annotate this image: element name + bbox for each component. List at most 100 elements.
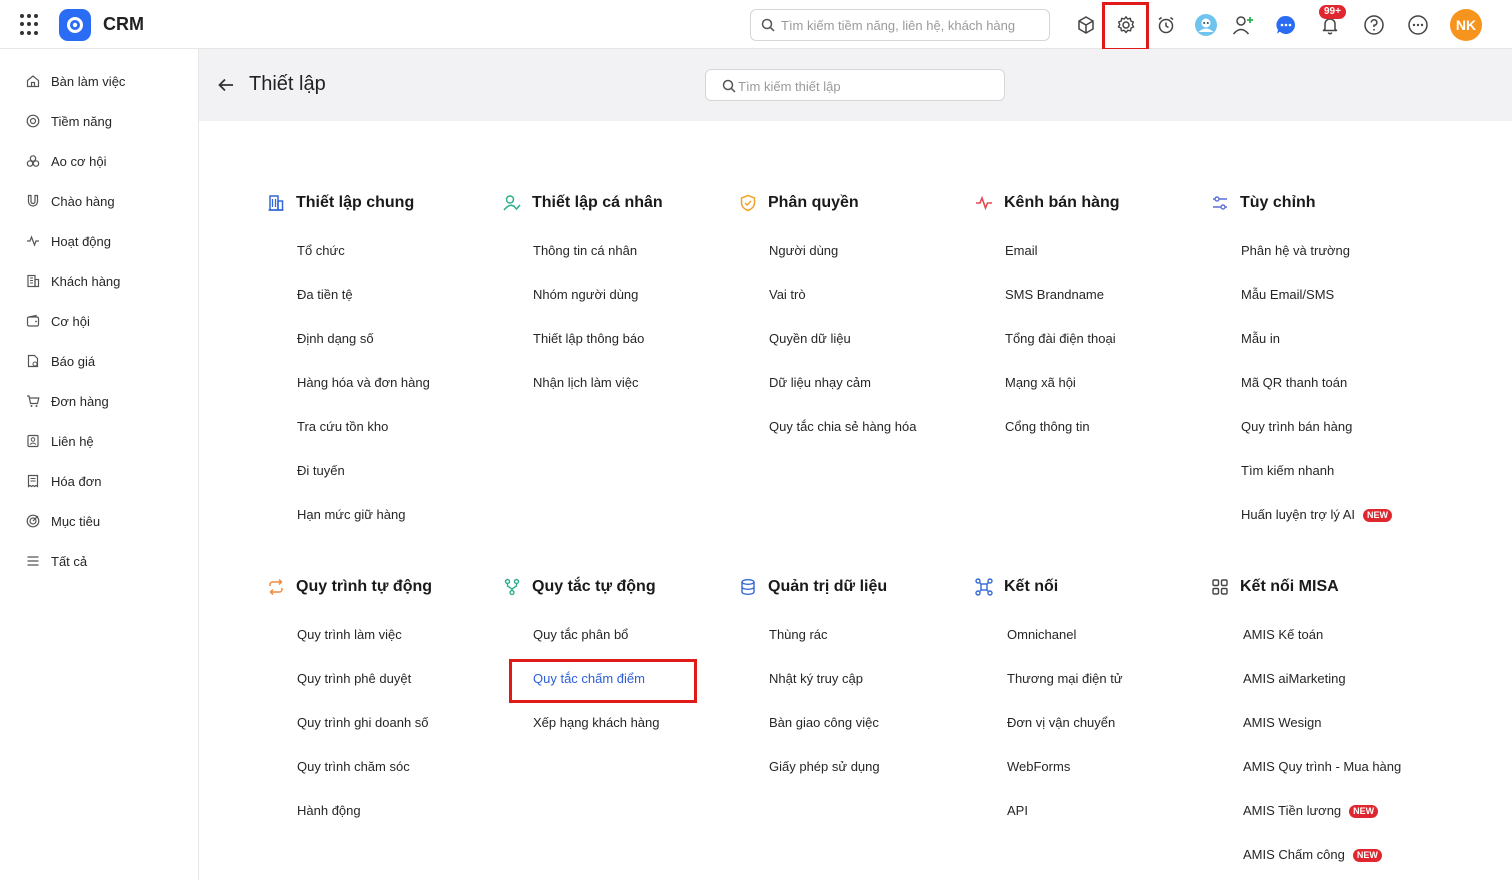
link-quy-tac-chia-se-hang-hoa[interactable]: Quy tắc chia sẻ hàng hóa (769, 419, 916, 435)
back-arrow-icon[interactable] (217, 76, 235, 94)
sidebar-item-label: Liên hệ (51, 433, 94, 449)
section-kenh-ban-hang: Kênh bán hàng (975, 192, 1120, 214)
section-title: Kết nối MISA (1240, 578, 1339, 595)
link-amis-aimarketing[interactable]: AMIS aiMarketing (1243, 671, 1346, 687)
link-quy-tac-phan-bo[interactable]: Quy tắc phân bổ (533, 627, 628, 643)
link-amis-quy-trinh-mua-hang[interactable]: AMIS Quy trình - Mua hàng (1243, 759, 1401, 775)
link-to-chuc[interactable]: Tổ chức (297, 243, 345, 259)
app-launcher-icon[interactable] (20, 14, 42, 36)
sidebar-item-label: Báo giá (51, 353, 96, 369)
link-thiet-lap-thong-bao[interactable]: Thiết lập thông báo (533, 331, 644, 347)
link-di-tuyen[interactable]: Đi tuyến (297, 463, 345, 479)
link-mau-email-sms[interactable]: Mẫu Email/SMS (1241, 287, 1334, 303)
apps-icon (1212, 579, 1228, 595)
link-amis-tien-luong[interactable]: AMIS Tiền lương NEW (1243, 803, 1379, 819)
link-omnichanel[interactable]: Omnichanel (1007, 627, 1076, 643)
link-phan-he-va-truong[interactable]: Phân hệ và trường (1241, 243, 1350, 259)
link-nhom-nguoi-dung[interactable]: Nhóm người dùng (533, 287, 638, 303)
link-hanh-dong[interactable]: Hành động (297, 803, 361, 819)
sidebar-item-lien-he[interactable]: Liên hệ (26, 431, 94, 451)
sidebar-item-muc-tieu[interactable]: Mục tiêu (26, 511, 100, 531)
sidebar-item-chao-hang[interactable]: Chào hàng (26, 191, 115, 211)
new-badge: NEW (1352, 849, 1382, 862)
link-du-lieu-nhay-cam[interactable]: Dữ liệu nhạy cảm (769, 375, 871, 391)
global-search[interactable] (750, 9, 1050, 41)
shield-icon (740, 194, 756, 212)
settings-search-input[interactable] (738, 76, 998, 96)
link-nhan-lich-lam-viec[interactable]: Nhận lịch làm việc (533, 375, 639, 391)
link-giay-phep-su-dung[interactable]: Giấy phép sử dụng (769, 759, 880, 775)
scoring-rule-highlight-box (509, 659, 697, 703)
sidebar-item-hoat-dong[interactable]: Hoạt động (26, 231, 111, 251)
chat-icon[interactable] (1273, 12, 1299, 38)
crm-logo-icon[interactable] (59, 9, 91, 41)
link-quy-trinh-cham-soc[interactable]: Quy trình chăm sóc (297, 759, 410, 775)
sidebar-item-hoa-don[interactable]: Hóa đơn (26, 471, 101, 491)
link-thung-rac[interactable]: Thùng rác (769, 627, 828, 643)
assistant-avatar-icon[interactable] (1193, 12, 1219, 38)
link-webforms[interactable]: WebForms (1007, 759, 1070, 775)
sidebar-item-label: Khách hàng (51, 273, 121, 289)
link-quyen-du-lieu[interactable]: Quyền dữ liệu (769, 331, 851, 347)
link-tong-dai-dien-thoai[interactable]: Tổng đài điện thoại (1005, 331, 1116, 347)
link-mang-xa-hoi[interactable]: Mạng xã hội (1005, 375, 1076, 391)
link-amis-wesign[interactable]: AMIS Wesign (1243, 715, 1322, 731)
sidebar-item-don-hang[interactable]: Đơn hàng (26, 391, 109, 411)
link-quy-trinh-phe-duyet[interactable]: Quy trình phê duyệt (297, 671, 411, 687)
link-quy-trinh-ghi-doanh-so[interactable]: Quy trình ghi doanh số (297, 715, 429, 731)
sidebar-item-ao-co-hoi[interactable]: Ao cơ hội (26, 151, 107, 171)
link-thong-tin-ca-nhan[interactable]: Thông tin cá nhân (533, 243, 637, 259)
link-don-vi-van-chuyen[interactable]: Đơn vị vận chuyển (1007, 715, 1115, 731)
user-avatar[interactable]: NK (1450, 9, 1482, 41)
link-amis-ke-toan[interactable]: AMIS Kế toán (1243, 627, 1323, 643)
link-thuong-mai-dien-tu[interactable]: Thương mại điện tử (1007, 671, 1123, 687)
link-vai-tro[interactable]: Vai trò (769, 287, 806, 303)
more-icon[interactable] (1405, 12, 1431, 38)
link-cong-thong-tin[interactable]: Cổng thông tin (1005, 419, 1090, 435)
link-quy-trinh-lam-viec[interactable]: Quy trình làm việc (297, 627, 402, 643)
section-quy-trinh-tu-dong: Quy trình tự động (267, 576, 432, 598)
sidebar-item-bao-gia[interactable]: Báo giá (26, 351, 95, 371)
package-icon[interactable] (1073, 12, 1099, 38)
add-user-icon[interactable] (1230, 12, 1256, 38)
sidebar-item-ban-lam-viec[interactable]: Bàn làm việc (26, 71, 125, 91)
help-icon[interactable] (1361, 12, 1387, 38)
link-ma-qr-thanh-toan[interactable]: Mã QR thanh toán (1241, 375, 1347, 391)
link-email[interactable]: Email (1005, 243, 1038, 259)
pool-icon (26, 155, 40, 167)
sidebar-item-label: Tiềm năng (51, 113, 112, 129)
link-label: AMIS Chấm công (1243, 847, 1345, 862)
sidebar-item-tiem-nang[interactable]: Tiềm năng (26, 111, 112, 131)
sidebar-item-label: Bàn làm việc (51, 73, 126, 89)
link-tim-kiem-nhanh[interactable]: Tìm kiếm nhanh (1241, 463, 1334, 479)
alarm-clock-icon[interactable] (1153, 12, 1179, 38)
link-hang-hoa-va-don-hang[interactable]: Hàng hóa và đơn hàng (297, 375, 430, 391)
section-title: Quy trình tự động (296, 578, 433, 595)
link-amis-cham-cong[interactable]: AMIS Chấm công NEW (1243, 847, 1382, 863)
link-nhat-ky-truy-cap[interactable]: Nhật ký truy cập (769, 671, 863, 687)
link-huan-luyen-tro-ly-ai[interactable]: Huấn luyện trợ lý AI NEW (1241, 507, 1393, 523)
link-api[interactable]: API (1007, 803, 1028, 819)
home-icon (26, 75, 40, 88)
link-xep-hang-khach-hang[interactable]: Xếp hạng khách hàng (533, 715, 660, 731)
search-icon (722, 79, 736, 93)
link-da-tien-te[interactable]: Đa tiền tệ (297, 287, 353, 303)
link-sms-brandname[interactable]: SMS Brandname (1005, 287, 1104, 303)
link-mau-in[interactable]: Mẫu in (1241, 331, 1280, 347)
link-han-muc-giu-hang[interactable]: Hạn mức giữ hàng (297, 507, 405, 523)
link-label: AMIS Tiền lương (1243, 803, 1342, 818)
global-search-input[interactable] (781, 15, 1041, 35)
link-label: Huấn luyện trợ lý AI (1241, 507, 1356, 522)
sidebar-item-label: Đơn hàng (51, 393, 109, 409)
repeat-icon (269, 578, 283, 596)
sidebar-item-khach-hang[interactable]: Khách hàng (26, 271, 120, 291)
section-thiet-lap-chung: Thiết lập chung (267, 192, 414, 214)
link-nguoi-dung[interactable]: Người dùng (769, 243, 838, 259)
settings-search[interactable] (705, 69, 1005, 101)
sidebar-item-co-hoi[interactable]: Cơ hội (26, 311, 90, 331)
sidebar-item-tat-ca[interactable]: Tất cả (26, 551, 87, 571)
link-ban-giao-cong-viec[interactable]: Bàn giao công việc (769, 715, 879, 731)
link-tra-cuu-ton-kho[interactable]: Tra cứu tồn kho (297, 419, 388, 435)
link-dinh-dang-so[interactable]: Định dạng số (297, 331, 374, 347)
link-quy-trinh-ban-hang[interactable]: Quy trình bán hàng (1241, 419, 1352, 435)
